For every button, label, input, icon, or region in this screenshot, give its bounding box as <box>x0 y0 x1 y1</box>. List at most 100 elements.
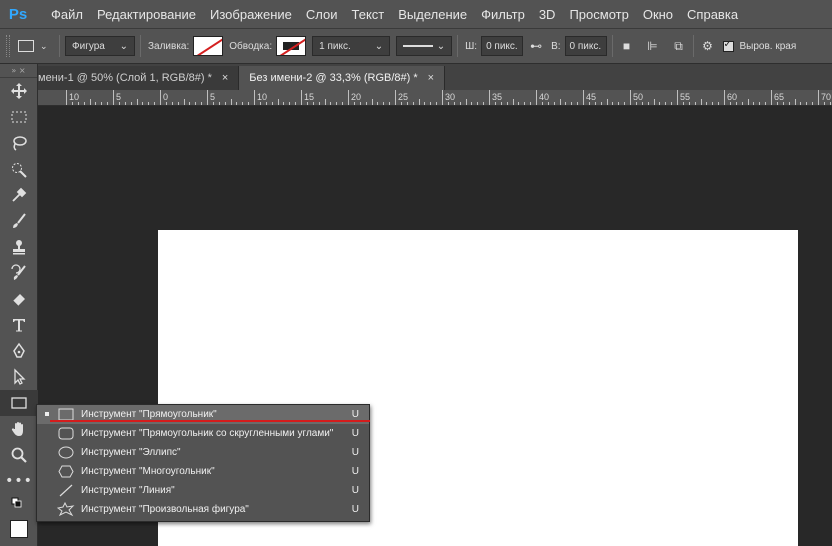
stroke-width-value: 1 пикс. <box>319 40 351 52</box>
flyout-item-rounded-rectangle[interactable]: Инструмент "Прямоугольник со скругленным… <box>37 424 369 443</box>
fill-swatch[interactable] <box>193 36 224 56</box>
selected-bullet-icon <box>45 412 49 416</box>
path-operations-icon[interactable]: ■ <box>618 39 636 53</box>
more-tools[interactable]: ••• <box>0 468 38 494</box>
flyout-item-custom-shape[interactable]: Инструмент "Произвольная фигура" U <box>37 500 369 519</box>
ruler-label: 60 <box>727 92 738 102</box>
align-edges-checkbox[interactable] <box>722 39 734 52</box>
menu-select[interactable]: Выделение <box>391 7 474 22</box>
arrow-icon <box>14 368 26 385</box>
ruler-minor-tick <box>559 99 561 105</box>
tab-label: мени-1 @ 50% (Слой 1, RGB/8#) * <box>38 72 212 84</box>
ruler-minor-tick <box>812 102 814 105</box>
stroke-type-dropdown[interactable]: ⌄ <box>396 36 453 56</box>
close-icon[interactable]: × <box>428 72 434 84</box>
tools-panel-collapse[interactable]: » × <box>0 64 37 78</box>
ruler-minor-tick <box>706 102 708 105</box>
menu-layers[interactable]: Слои <box>299 7 345 22</box>
history-brush-tool[interactable] <box>0 260 38 286</box>
path-alignment-icon[interactable]: ⊫ <box>644 39 662 53</box>
close-icon[interactable]: × <box>222 72 228 84</box>
ruler-minor-tick <box>782 102 784 105</box>
ruler-major-tick <box>677 90 678 105</box>
photoshop-logo[interactable]: Ps <box>4 0 32 28</box>
menu-type[interactable]: Текст <box>345 7 392 22</box>
ruler-major-tick <box>724 90 725 105</box>
menu-filter[interactable]: Фильтр <box>474 7 532 22</box>
gear-icon[interactable]: ⚙ <box>699 39 717 53</box>
tab-document-1[interactable]: мени-1 @ 50% (Слой 1, RGB/8#) * × <box>38 66 240 90</box>
options-grip[interactable] <box>6 35 10 57</box>
brush-tool[interactable] <box>0 208 38 234</box>
menu-help[interactable]: Справка <box>680 7 745 22</box>
ruler-minor-tick <box>765 102 767 105</box>
ruler-minor-tick <box>712 102 714 105</box>
ruler-minor-tick <box>107 102 109 105</box>
separator <box>692 35 694 57</box>
path-selection-tool[interactable] <box>0 364 38 390</box>
pen-tool[interactable] <box>0 338 38 364</box>
ruler-minor-tick <box>165 102 167 105</box>
quick-selection-tool[interactable] <box>0 156 38 182</box>
ruler-minor-tick <box>148 102 150 105</box>
ruler-major-tick <box>489 90 490 105</box>
ruler-minor-tick <box>776 102 778 105</box>
ruler-minor-tick <box>594 102 596 105</box>
path-arrangement-icon[interactable]: ⧉ <box>670 39 688 54</box>
polygon-icon <box>57 464 75 479</box>
eyedropper-tool[interactable] <box>0 182 38 208</box>
rectangle-tool[interactable] <box>0 390 38 416</box>
lasso-tool[interactable] <box>0 130 38 156</box>
type-tool[interactable] <box>0 312 38 338</box>
tools-panel: » × ••• <box>0 64 38 546</box>
tab-document-2[interactable]: Без имени-2 @ 33,3% (RGB/8#) * × <box>239 66 446 90</box>
ruler-minor-tick <box>95 102 97 105</box>
stamp-tool[interactable] <box>0 234 38 260</box>
tool-preset-picker[interactable]: ⌄ <box>18 35 54 57</box>
flyout-item-ellipse[interactable]: Инструмент "Эллипс" U <box>37 443 369 462</box>
hand-tool[interactable] <box>0 416 38 442</box>
shortcut-key: U <box>351 428 359 439</box>
ruler-minor-tick <box>453 102 455 105</box>
marquee-tool[interactable] <box>0 104 38 130</box>
ruler-major-tick <box>160 90 161 105</box>
ruler-minor-tick <box>483 102 485 105</box>
ruler-minor-tick <box>89 99 91 105</box>
ruler-minor-tick <box>230 99 232 105</box>
eraser-tool[interactable] <box>0 286 38 312</box>
move-tool[interactable] <box>0 78 38 104</box>
foreground-color[interactable] <box>0 516 38 542</box>
stroke-width-field[interactable]: 1 пикс. ⌄ <box>312 36 391 56</box>
ruler-minor-tick <box>324 99 326 105</box>
height-field[interactable]: 0 пикс. <box>564 36 607 56</box>
ruler-minor-tick <box>218 102 220 105</box>
ruler-minor-tick <box>289 102 291 105</box>
ruler-minor-tick <box>665 102 667 105</box>
menu-edit[interactable]: Редактирование <box>90 7 203 22</box>
shape-mode-dropdown[interactable]: Фигура ⌄ <box>65 36 135 56</box>
ruler-major-tick <box>301 90 302 105</box>
ruler-minor-tick <box>136 99 138 105</box>
link-icon[interactable]: ⊷ <box>527 39 545 53</box>
width-field[interactable]: 0 пикс. <box>481 36 524 56</box>
horizontal-ruler[interactable]: 10 5 0 5 10 15 20 25 30 35 40 45 50 55 60 65 70 <box>38 90 832 106</box>
menu-file[interactable]: Файл <box>44 7 90 22</box>
stroke-swatch[interactable] <box>276 36 307 56</box>
ruler-major-tick <box>348 90 349 105</box>
ellipsis-icon: ••• <box>5 473 33 489</box>
flyout-item-line[interactable]: Инструмент "Линия" U <box>37 481 369 500</box>
menu-bar: Ps Файл Редактирование Изображение Слои … <box>0 0 832 28</box>
ruler-minor-tick <box>624 102 626 105</box>
ruler-minor-tick <box>688 102 690 105</box>
menu-window[interactable]: Окно <box>636 7 680 22</box>
menu-3d[interactable]: 3D <box>532 7 563 22</box>
flyout-item-polygon[interactable]: Инструмент "Многоугольник" U <box>37 462 369 481</box>
menu-image[interactable]: Изображение <box>203 7 299 22</box>
zoom-tool[interactable] <box>0 442 38 468</box>
menu-view[interactable]: Просмотр <box>562 7 635 22</box>
default-colors[interactable] <box>0 494 38 516</box>
ruler-minor-tick <box>512 99 514 105</box>
move-icon <box>11 83 27 99</box>
ruler-label: 0 <box>163 92 169 102</box>
ruler-minor-tick <box>248 102 250 105</box>
